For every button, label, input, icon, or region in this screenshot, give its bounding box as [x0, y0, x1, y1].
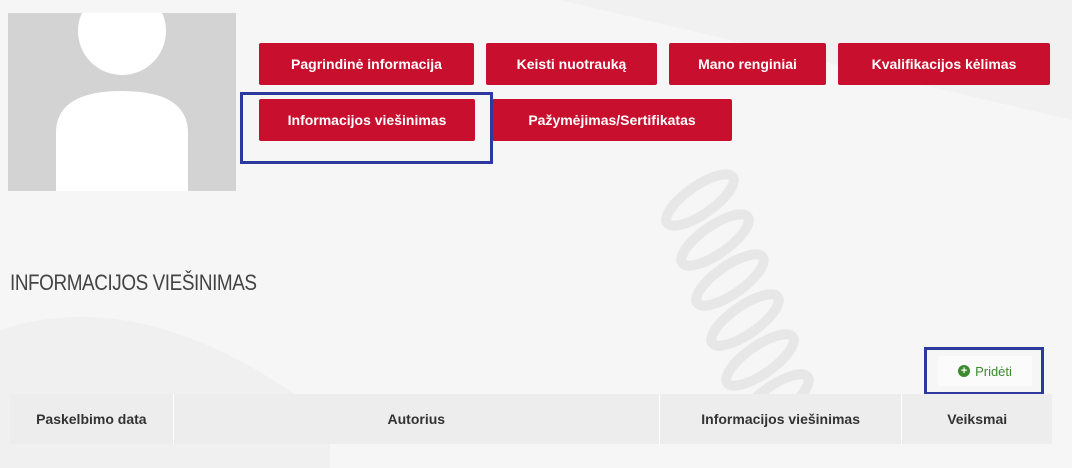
nav-button-label: Pažymėjimas/Sertifikatas [528, 112, 696, 128]
nav-button-keisti-nuotrauka[interactable]: Keisti nuotrauką [486, 43, 657, 85]
nav-button-label: Keisti nuotrauką [516, 56, 627, 72]
nav-button-mano-renginiai[interactable]: Mano renginiai [669, 43, 826, 85]
add-button[interactable]: + Pridėti [938, 356, 1032, 386]
nav-button-label: Pagrindinė informacija [291, 56, 442, 72]
nav-button-label: Kvalifikacijos kėlimas [871, 56, 1017, 72]
nav-button-informacijos-viesinimas[interactable]: Informacijos viešinimas [259, 99, 475, 141]
profile-avatar [8, 13, 236, 191]
user-placeholder-icon [8, 13, 236, 191]
column-header-author[interactable]: Autorius [173, 394, 660, 444]
nav-button-pagrindine-informacija[interactable]: Pagrindinė informacija [259, 43, 474, 85]
column-header-actions: Veiksmai [947, 411, 1008, 427]
nav-button-label: Informacijos viešinimas [287, 112, 447, 128]
info-table: Paskelbimo data Autorius Informacijos vi… [10, 394, 1052, 444]
column-header-info[interactable]: Informacijos viešinimas [659, 394, 903, 444]
table-header-row: Paskelbimo data Autorius Informacijos vi… [10, 394, 1052, 444]
nav-button-kvalifikacijos-kelimas[interactable]: Kvalifikacijos kėlimas [838, 43, 1050, 85]
nav-button-pazymejimas-sertifikatas[interactable]: Pažymėjimas/Sertifikatas [492, 99, 732, 141]
column-header-date[interactable]: Paskelbimo data [10, 394, 174, 444]
plus-circle-icon: + [958, 365, 971, 377]
nav-button-label: Mano renginiai [698, 56, 797, 72]
add-button-label: Pridėti [975, 363, 1012, 379]
page-title: INFORMACIJOS VIEŠINIMAS [10, 270, 257, 295]
